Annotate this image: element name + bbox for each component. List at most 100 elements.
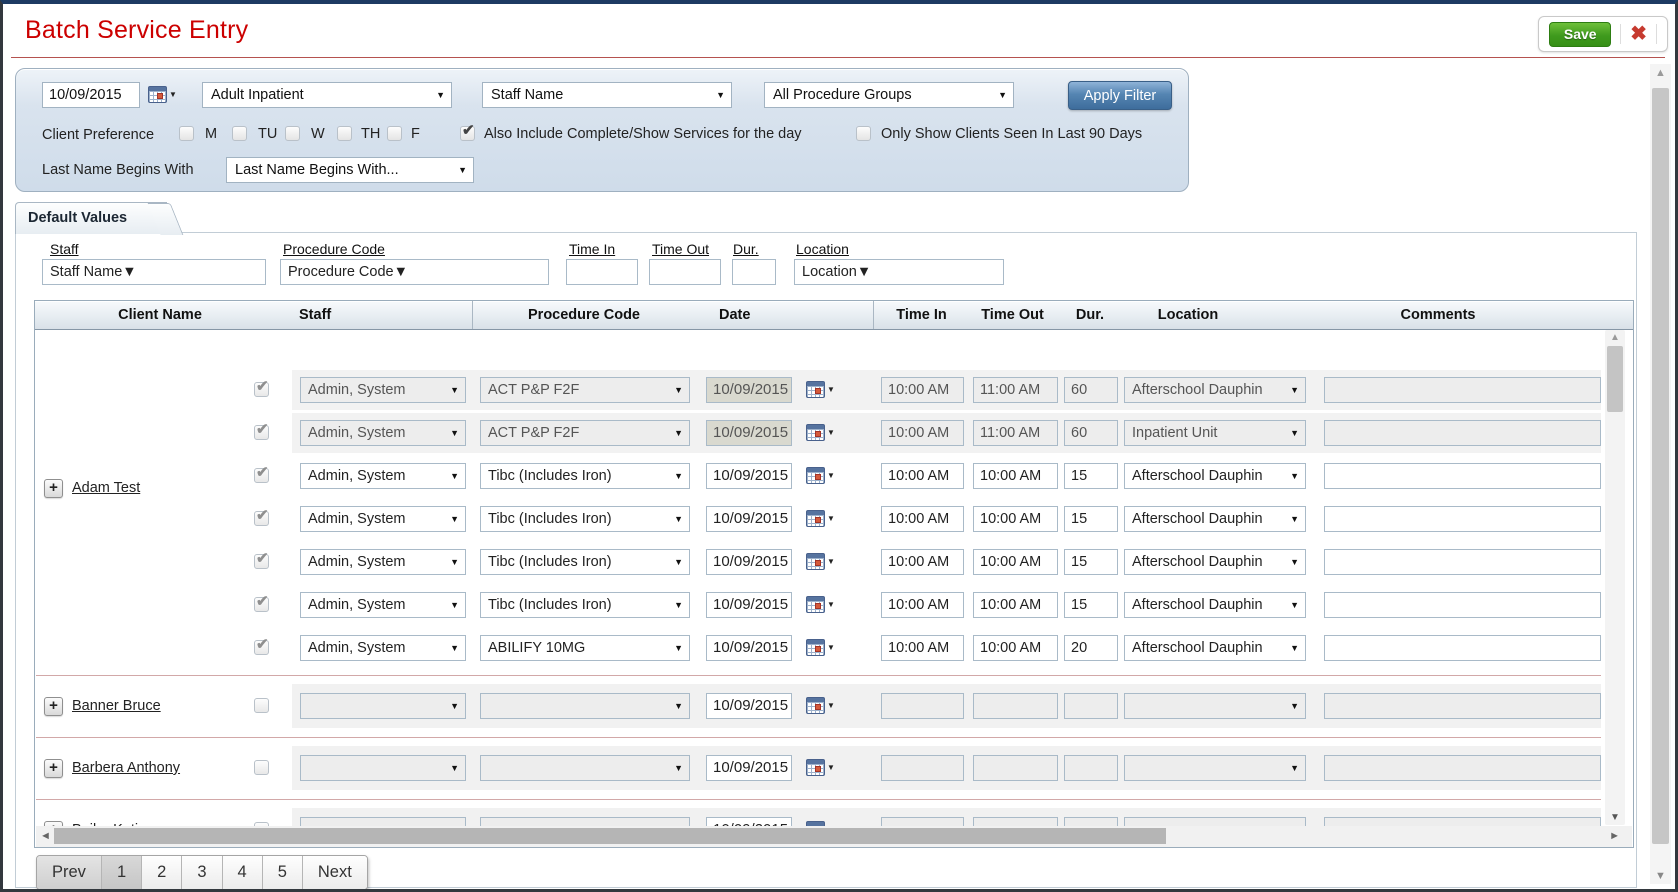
staff-select[interactable]: Admin, System ▼ [300,549,466,575]
procedure-select[interactable]: ▼ [480,693,690,719]
day-checkbox-wednesday[interactable] [285,126,300,141]
time-out-input[interactable] [973,755,1058,781]
last-90-days-checkbox[interactable] [856,126,871,141]
date-input[interactable]: 10/09/2015 [706,420,792,446]
location-select[interactable]: Afterschool Dauphin ▼ [1124,377,1306,403]
calendar-button[interactable]: ▼ [806,759,835,776]
scroll-down-icon[interactable]: ▼ [1650,870,1671,882]
service-checkbox[interactable]: ✔ [254,636,269,655]
defaults-staff-select[interactable]: Staff Name▼ [42,259,266,285]
comments-input[interactable] [1324,420,1601,446]
scroll-up-icon[interactable]: ▲ [1650,67,1671,79]
duration-input[interactable]: 60 [1064,377,1118,403]
table-vertical-scrollbar[interactable]: ▲ ▼ [1605,330,1625,825]
time-in-input[interactable]: 10:00 AM [881,420,964,446]
service-checkbox[interactable]: ✔ [254,378,269,397]
service-checkbox[interactable]: ✔ [254,507,269,526]
location-select[interactable]: Afterschool Dauphin ▼ [1124,506,1306,532]
staff-filter-select[interactable]: Staff Name ▼ [482,82,732,108]
close-icon[interactable]: ✖ [1630,24,1647,44]
day-checkbox-friday[interactable] [387,126,402,141]
calendar-button[interactable]: ▼ [806,424,835,441]
procedure-select[interactable]: ABILIFY 10MG ▼ [480,635,690,661]
time-out-input[interactable]: 11:00 AM [973,377,1058,403]
scroll-right-icon[interactable]: ► [1609,826,1620,847]
last-name-select[interactable]: Last Name Begins With... ▼ [226,157,474,183]
location-select[interactable]: Inpatient Unit ▼ [1124,420,1306,446]
comments-input[interactable] [1324,377,1601,403]
location-select[interactable]: Afterschool Dauphin ▼ [1124,592,1306,618]
day-checkbox-tuesday[interactable] [232,126,247,141]
calendar-button[interactable]: ▼ [806,553,835,570]
staff-select[interactable]: ▼ [300,817,466,826]
table-horizontal-scrollbar[interactable]: ◄ ► [36,826,1632,847]
duration-input[interactable]: 15 [1064,549,1118,575]
comments-input[interactable] [1324,549,1601,575]
service-checkbox[interactable]: ✔ [254,464,269,483]
procedure-group-select[interactable]: All Procedure Groups ▼ [764,82,1014,108]
duration-input[interactable]: 20 [1064,635,1118,661]
program-select[interactable]: Adult Inpatient ▼ [202,82,452,108]
service-checkbox[interactable] [254,698,269,713]
procedure-select[interactable]: Tibc (Includes Iron) ▼ [480,592,690,618]
duration-input[interactable]: 15 [1064,463,1118,489]
staff-select[interactable]: ▼ [300,693,466,719]
defaults-procedure-select[interactable]: Procedure Code▼ [280,259,549,285]
staff-select[interactable]: ▼ [300,755,466,781]
time-out-input[interactable] [973,693,1058,719]
time-out-input[interactable]: 10:00 AM [973,592,1058,618]
vertical-scroll-thumb[interactable] [1607,346,1623,412]
comments-input[interactable] [1324,463,1601,489]
tab-default-values[interactable]: Default Values [15,202,167,234]
procedure-select[interactable]: ▼ [480,755,690,781]
pagination-page-5[interactable]: 5 [262,856,303,889]
location-select[interactable]: Afterschool Dauphin ▼ [1124,463,1306,489]
staff-select[interactable]: Admin, System ▼ [300,463,466,489]
procedure-select[interactable]: ACT P&P F2F ▼ [480,420,690,446]
comments-input[interactable] [1324,755,1601,781]
service-checkbox[interactable]: ✔ [254,421,269,440]
date-input[interactable]: 10/09/2015 [706,635,792,661]
staff-select[interactable]: Admin, System ▼ [300,635,466,661]
horizontal-scroll-thumb[interactable] [54,828,1166,844]
time-in-input[interactable] [881,693,964,719]
defaults-time-in-input[interactable] [566,259,638,285]
staff-select[interactable]: Admin, System ▼ [300,506,466,532]
comments-input[interactable] [1324,817,1601,826]
duration-input[interactable]: 15 [1064,506,1118,532]
comments-input[interactable] [1324,693,1601,719]
pagination-page-4[interactable]: 4 [222,856,263,889]
calendar-button[interactable]: ▼ [806,596,835,613]
location-select[interactable]: ▼ [1124,693,1306,719]
time-in-input[interactable]: 10:00 AM [881,592,964,618]
page-vertical-scrollbar[interactable]: ▲ ▼ [1650,64,1671,884]
day-checkbox-monday[interactable] [179,126,194,141]
service-checkbox[interactable]: ✔ [254,550,269,569]
comments-input[interactable] [1324,506,1601,532]
calendar-button[interactable]: ▼ [806,381,835,398]
apply-filter-button[interactable]: Apply Filter [1068,81,1172,110]
service-date-input[interactable] [42,82,140,108]
time-out-input[interactable]: 10:00 AM [973,506,1058,532]
time-in-input[interactable] [881,817,964,826]
pagination-page-1[interactable]: 1 [101,856,143,889]
date-input[interactable]: 10/09/2015 [706,817,792,826]
calendar-button[interactable]: ▼ [806,467,835,484]
procedure-select[interactable]: Tibc (Includes Iron) ▼ [480,549,690,575]
procedure-select[interactable]: Tibc (Includes Iron) ▼ [480,506,690,532]
time-out-input[interactable]: 10:00 AM [973,549,1058,575]
pagination-next-button[interactable]: Next [302,856,367,889]
scroll-left-icon[interactable]: ◄ [40,826,51,847]
service-checkbox[interactable] [254,760,269,775]
service-checkbox[interactable]: ✔ [254,593,269,612]
pagination-page-2[interactable]: 2 [142,856,183,889]
time-out-input[interactable]: 10:00 AM [973,463,1058,489]
time-in-input[interactable]: 10:00 AM [881,635,964,661]
procedure-select[interactable]: Tibc (Includes Iron) ▼ [480,463,690,489]
time-in-input[interactable]: 10:00 AM [881,377,964,403]
page-scroll-thumb[interactable] [1652,88,1669,844]
staff-select[interactable]: Admin, System ▼ [300,420,466,446]
include-complete-checkbox[interactable]: ✔ [460,122,475,141]
staff-select[interactable]: Admin, System ▼ [300,377,466,403]
defaults-dur-input[interactable] [732,259,776,285]
